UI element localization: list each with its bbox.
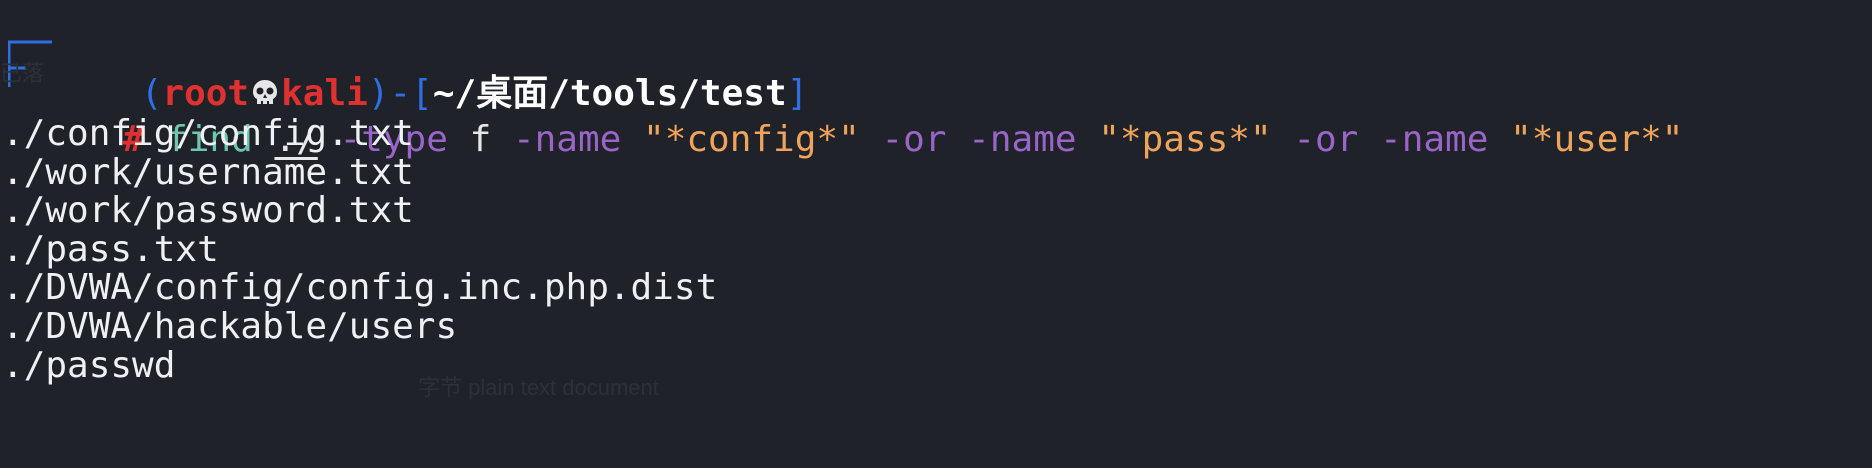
- output-line: ./work/password.txt: [2, 190, 414, 232]
- terminal-window[interactable]: 已落 字节 plain text document (root kali)-[~…: [0, 0, 1872, 468]
- command-token-flag: -or: [881, 119, 947, 160]
- output-line: ./passwd: [2, 344, 176, 386]
- output-line: ./pass.txt: [2, 228, 219, 270]
- command-token-flag: -name: [512, 119, 622, 160]
- ghost-background-text: 字节 plain text document: [418, 375, 659, 400]
- command-token-string: "*config*": [643, 119, 860, 160]
- output-line: ./config/config.txt: [2, 113, 414, 154]
- command-token-flag: -name: [1380, 119, 1489, 160]
- output-line: ./DVWA/config/config.inc.php.dist: [2, 267, 718, 309]
- command-arguments: -type f -name "*config*" -or -name "*pas…: [318, 119, 1684, 160]
- command-token-plain: f: [469, 119, 492, 160]
- command-token-flag: -name: [968, 119, 1077, 160]
- output-line: ./work/username.txt: [2, 151, 414, 193]
- command-token-string: "*pass*": [1098, 119, 1272, 160]
- prompt-line: (root kali)-[~/桌面/tools/test]: [54, 28, 809, 114]
- output-line: ./DVWA/hackable/users: [2, 306, 458, 347]
- command-token-flag: -or: [1293, 119, 1359, 160]
- command-token-string: "*user*": [1510, 119, 1684, 160]
